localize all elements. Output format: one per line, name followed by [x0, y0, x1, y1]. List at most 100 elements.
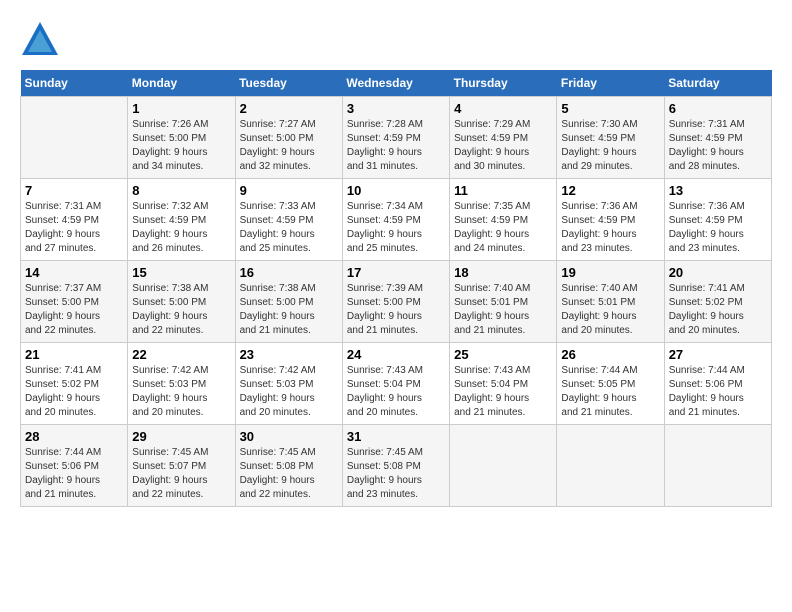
calendar-day-cell: 8 Sunrise: 7:32 AM Sunset: 4:59 PM Daylig…: [128, 179, 235, 261]
calendar-day-cell: 18 Sunrise: 7:40 AM Sunset: 5:01 PM Dayli…: [450, 261, 557, 343]
day-number: 7: [25, 183, 123, 198]
day-header-row: SundayMondayTuesdayWednesdayThursdayFrid…: [21, 70, 772, 97]
day-number: 4: [454, 101, 552, 116]
calendar-day-cell: [664, 425, 771, 507]
calendar-day-cell: 25Sunrise: 7:43 AM Sunset: 5:04 PM Dayli…: [450, 343, 557, 425]
calendar-table: SundayMondayTuesdayWednesdayThursdayFrid…: [20, 70, 772, 507]
day-number: 9: [240, 183, 338, 198]
day-info: Sunrise: 7:27 AM Sunset: 5:00 PM Dayligh…: [240, 118, 338, 174]
day-info: Sunrise: 7:40 AM Sunset: 5:01 PM Dayligh…: [454, 282, 552, 338]
day-info: Sunrise: 7:36 AM Sunset: 4:59 PM Dayligh…: [561, 200, 659, 256]
calendar-day-cell: 3 Sunrise: 7:28 AM Sunset: 4:59 PM Daylig…: [342, 97, 449, 179]
day-number: 21: [25, 347, 123, 362]
day-info: Sunrise: 7:45 AM Sunset: 5:07 PM Dayligh…: [132, 446, 230, 502]
day-info: Sunrise: 7:45 AM Sunset: 5:08 PM Dayligh…: [240, 446, 338, 502]
day-number: 2: [240, 101, 338, 116]
day-number: 8: [132, 183, 230, 198]
day-info: Sunrise: 7:40 AM Sunset: 5:01 PM Dayligh…: [561, 282, 659, 338]
day-of-week-header: Thursday: [450, 70, 557, 97]
day-info: Sunrise: 7:34 AM Sunset: 4:59 PM Dayligh…: [347, 200, 445, 256]
day-number: 24: [347, 347, 445, 362]
day-of-week-header: Monday: [128, 70, 235, 97]
day-info: Sunrise: 7:43 AM Sunset: 5:04 PM Dayligh…: [454, 364, 552, 420]
day-number: 31: [347, 429, 445, 444]
day-number: 14: [25, 265, 123, 280]
day-of-week-header: Tuesday: [235, 70, 342, 97]
logo-icon: [20, 20, 60, 60]
day-info: Sunrise: 7:44 AM Sunset: 5:06 PM Dayligh…: [25, 446, 123, 502]
day-info: Sunrise: 7:43 AM Sunset: 5:04 PM Dayligh…: [347, 364, 445, 420]
calendar-day-cell: 9 Sunrise: 7:33 AM Sunset: 4:59 PM Daylig…: [235, 179, 342, 261]
calendar-day-cell: 28 Sunrise: 7:44 AM Sunset: 5:06 PM Dayli…: [21, 425, 128, 507]
calendar-day-cell: 14 Sunrise: 7:37 AM Sunset: 5:00 PM Dayli…: [21, 261, 128, 343]
day-number: 27: [669, 347, 767, 362]
calendar-day-cell: 27 Sunrise: 7:44 AM Sunset: 5:06 PM Dayli…: [664, 343, 771, 425]
calendar-day-cell: 13 Sunrise: 7:36 AM Sunset: 4:59 PM Dayli…: [664, 179, 771, 261]
calendar-day-cell: 1 Sunrise: 7:26 AM Sunset: 5:00 PM Daylig…: [128, 97, 235, 179]
day-number: 13: [669, 183, 767, 198]
calendar-day-cell: 20Sunrise: 7:41 AM Sunset: 5:02 PM Dayli…: [664, 261, 771, 343]
day-info: Sunrise: 7:32 AM Sunset: 4:59 PM Dayligh…: [132, 200, 230, 256]
day-info: Sunrise: 7:41 AM Sunset: 5:02 PM Dayligh…: [25, 364, 123, 420]
calendar-day-cell: 29Sunrise: 7:45 AM Sunset: 5:07 PM Dayli…: [128, 425, 235, 507]
day-number: 12: [561, 183, 659, 198]
day-number: 16: [240, 265, 338, 280]
day-of-week-header: Friday: [557, 70, 664, 97]
calendar-week-row: 28 Sunrise: 7:44 AM Sunset: 5:06 PM Dayli…: [21, 425, 772, 507]
day-info: Sunrise: 7:31 AM Sunset: 4:59 PM Dayligh…: [669, 118, 767, 174]
day-info: Sunrise: 7:29 AM Sunset: 4:59 PM Dayligh…: [454, 118, 552, 174]
day-info: Sunrise: 7:45 AM Sunset: 5:08 PM Dayligh…: [347, 446, 445, 502]
calendar-day-cell: 21 Sunrise: 7:41 AM Sunset: 5:02 PM Dayli…: [21, 343, 128, 425]
day-of-week-header: Saturday: [664, 70, 771, 97]
page-header: [20, 20, 772, 60]
day-number: 28: [25, 429, 123, 444]
calendar-day-cell: 26 Sunrise: 7:44 AM Sunset: 5:05 PM Dayli…: [557, 343, 664, 425]
day-number: 6: [669, 101, 767, 116]
calendar-week-row: 21 Sunrise: 7:41 AM Sunset: 5:02 PM Dayli…: [21, 343, 772, 425]
day-info: Sunrise: 7:28 AM Sunset: 4:59 PM Dayligh…: [347, 118, 445, 174]
calendar-day-cell: 31 Sunrise: 7:45 AM Sunset: 5:08 PM Dayli…: [342, 425, 449, 507]
day-of-week-header: Wednesday: [342, 70, 449, 97]
day-number: 5: [561, 101, 659, 116]
day-number: 17: [347, 265, 445, 280]
calendar-day-cell: 4 Sunrise: 7:29 AM Sunset: 4:59 PM Daylig…: [450, 97, 557, 179]
calendar-body: 1 Sunrise: 7:26 AM Sunset: 5:00 PM Daylig…: [21, 97, 772, 507]
day-of-week-header: Sunday: [21, 70, 128, 97]
calendar-day-cell: 30Sunrise: 7:45 AM Sunset: 5:08 PM Dayli…: [235, 425, 342, 507]
calendar-day-cell: 23 Sunrise: 7:42 AM Sunset: 5:03 PM Dayli…: [235, 343, 342, 425]
day-info: Sunrise: 7:33 AM Sunset: 4:59 PM Dayligh…: [240, 200, 338, 256]
calendar-day-cell: [557, 425, 664, 507]
day-info: Sunrise: 7:42 AM Sunset: 5:03 PM Dayligh…: [240, 364, 338, 420]
day-number: 15: [132, 265, 230, 280]
calendar-week-row: 1 Sunrise: 7:26 AM Sunset: 5:00 PM Daylig…: [21, 97, 772, 179]
day-info: Sunrise: 7:38 AM Sunset: 5:00 PM Dayligh…: [132, 282, 230, 338]
day-number: 23: [240, 347, 338, 362]
calendar-day-cell: [21, 97, 128, 179]
calendar-day-cell: 24 Sunrise: 7:43 AM Sunset: 5:04 PM Dayli…: [342, 343, 449, 425]
calendar-day-cell: 12 Sunrise: 7:36 AM Sunset: 4:59 PM Dayli…: [557, 179, 664, 261]
day-info: Sunrise: 7:30 AM Sunset: 4:59 PM Dayligh…: [561, 118, 659, 174]
day-info: Sunrise: 7:42 AM Sunset: 5:03 PM Dayligh…: [132, 364, 230, 420]
calendar-day-cell: 15 Sunrise: 7:38 AM Sunset: 5:00 PM Dayli…: [128, 261, 235, 343]
day-info: Sunrise: 7:44 AM Sunset: 5:05 PM Dayligh…: [561, 364, 659, 420]
day-number: 18: [454, 265, 552, 280]
day-number: 1: [132, 101, 230, 116]
calendar-week-row: 14 Sunrise: 7:37 AM Sunset: 5:00 PM Dayli…: [21, 261, 772, 343]
day-number: 26: [561, 347, 659, 362]
day-number: 11: [454, 183, 552, 198]
calendar-day-cell: 10Sunrise: 7:34 AM Sunset: 4:59 PM Dayli…: [342, 179, 449, 261]
calendar-header: SundayMondayTuesdayWednesdayThursdayFrid…: [21, 70, 772, 97]
day-info: Sunrise: 7:44 AM Sunset: 5:06 PM Dayligh…: [669, 364, 767, 420]
day-number: 3: [347, 101, 445, 116]
calendar-week-row: 7Sunrise: 7:31 AM Sunset: 4:59 PM Daylig…: [21, 179, 772, 261]
day-info: Sunrise: 7:26 AM Sunset: 5:00 PM Dayligh…: [132, 118, 230, 174]
day-info: Sunrise: 7:38 AM Sunset: 5:00 PM Dayligh…: [240, 282, 338, 338]
logo: [20, 20, 62, 60]
calendar-day-cell: 5 Sunrise: 7:30 AM Sunset: 4:59 PM Daylig…: [557, 97, 664, 179]
day-number: 22: [132, 347, 230, 362]
day-number: 19: [561, 265, 659, 280]
day-info: Sunrise: 7:37 AM Sunset: 5:00 PM Dayligh…: [25, 282, 123, 338]
calendar-day-cell: 16 Sunrise: 7:38 AM Sunset: 5:00 PM Dayli…: [235, 261, 342, 343]
calendar-day-cell: 17Sunrise: 7:39 AM Sunset: 5:00 PM Dayli…: [342, 261, 449, 343]
day-info: Sunrise: 7:36 AM Sunset: 4:59 PM Dayligh…: [669, 200, 767, 256]
